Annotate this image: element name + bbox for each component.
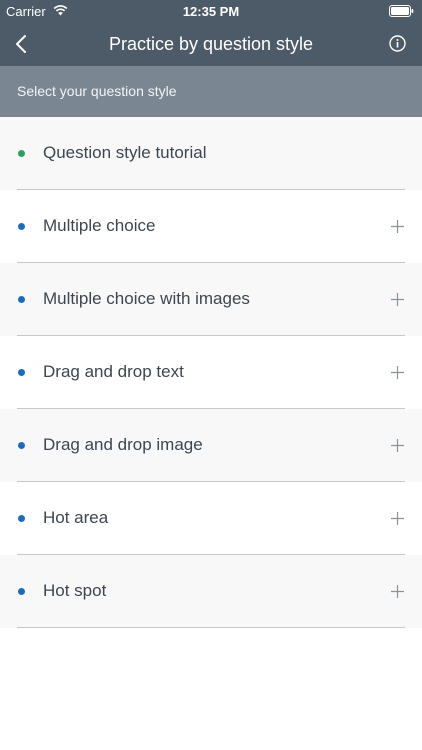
list-item-label: Hot spot (43, 581, 107, 600)
list-item-question-style-tutorial[interactable]: Question style tutorial (0, 117, 422, 190)
list-item-hot-spot[interactable]: Hot spot (0, 555, 422, 628)
list-item-drag-and-drop-text[interactable]: Drag and drop text (0, 336, 422, 409)
plus-icon[interactable] (391, 585, 404, 598)
page-title: Practice by question style (108, 34, 314, 54)
list-item-label: Hot area (43, 508, 109, 527)
bullet-dot-icon (18, 442, 25, 449)
divider (17, 627, 405, 628)
list-item-hot-area[interactable]: Hot area (0, 482, 422, 555)
plus-icon[interactable] (391, 366, 404, 379)
plus-icon[interactable] (391, 512, 404, 525)
list-item-multiple-choice[interactable]: Multiple choice (0, 190, 422, 263)
bullet-dot-icon (18, 296, 25, 303)
info-icon[interactable] (389, 35, 406, 52)
bullet-dot-icon (18, 223, 25, 230)
bullet-dot-icon (18, 369, 25, 376)
bullet-dot-icon (18, 515, 25, 522)
chevron-left-icon[interactable] (14, 34, 28, 54)
status-bar: Carrier 12:35 PM (0, 0, 422, 22)
list-item-label: Drag and drop text (43, 362, 184, 381)
bullet-dot-icon (18, 588, 25, 595)
list-item-label: Multiple choice with images (43, 289, 250, 308)
bullet-dot-icon (18, 150, 25, 157)
top-bar: Carrier 12:35 PM Practice by question st… (0, 0, 422, 66)
battery-icon (389, 5, 414, 17)
plus-icon[interactable] (391, 293, 404, 306)
section-subheader: Select your question style (0, 66, 422, 117)
list-item-multiple-choice-with-images[interactable]: Multiple choice with images (0, 263, 422, 336)
plus-icon[interactable] (391, 439, 404, 452)
list-item-label: Question style tutorial (43, 143, 207, 162)
status-time: 12:35 PM (182, 4, 240, 19)
list-item-label: Multiple choice (43, 216, 156, 235)
plus-icon[interactable] (391, 220, 404, 233)
list-item-label: Drag and drop image (43, 435, 203, 454)
list-item-drag-and-drop-image[interactable]: Drag and drop image (0, 409, 422, 482)
navigation-bar: Practice by question style (0, 22, 422, 66)
question-style-list: Question style tutorial Multiple choice Mu… (0, 117, 422, 628)
